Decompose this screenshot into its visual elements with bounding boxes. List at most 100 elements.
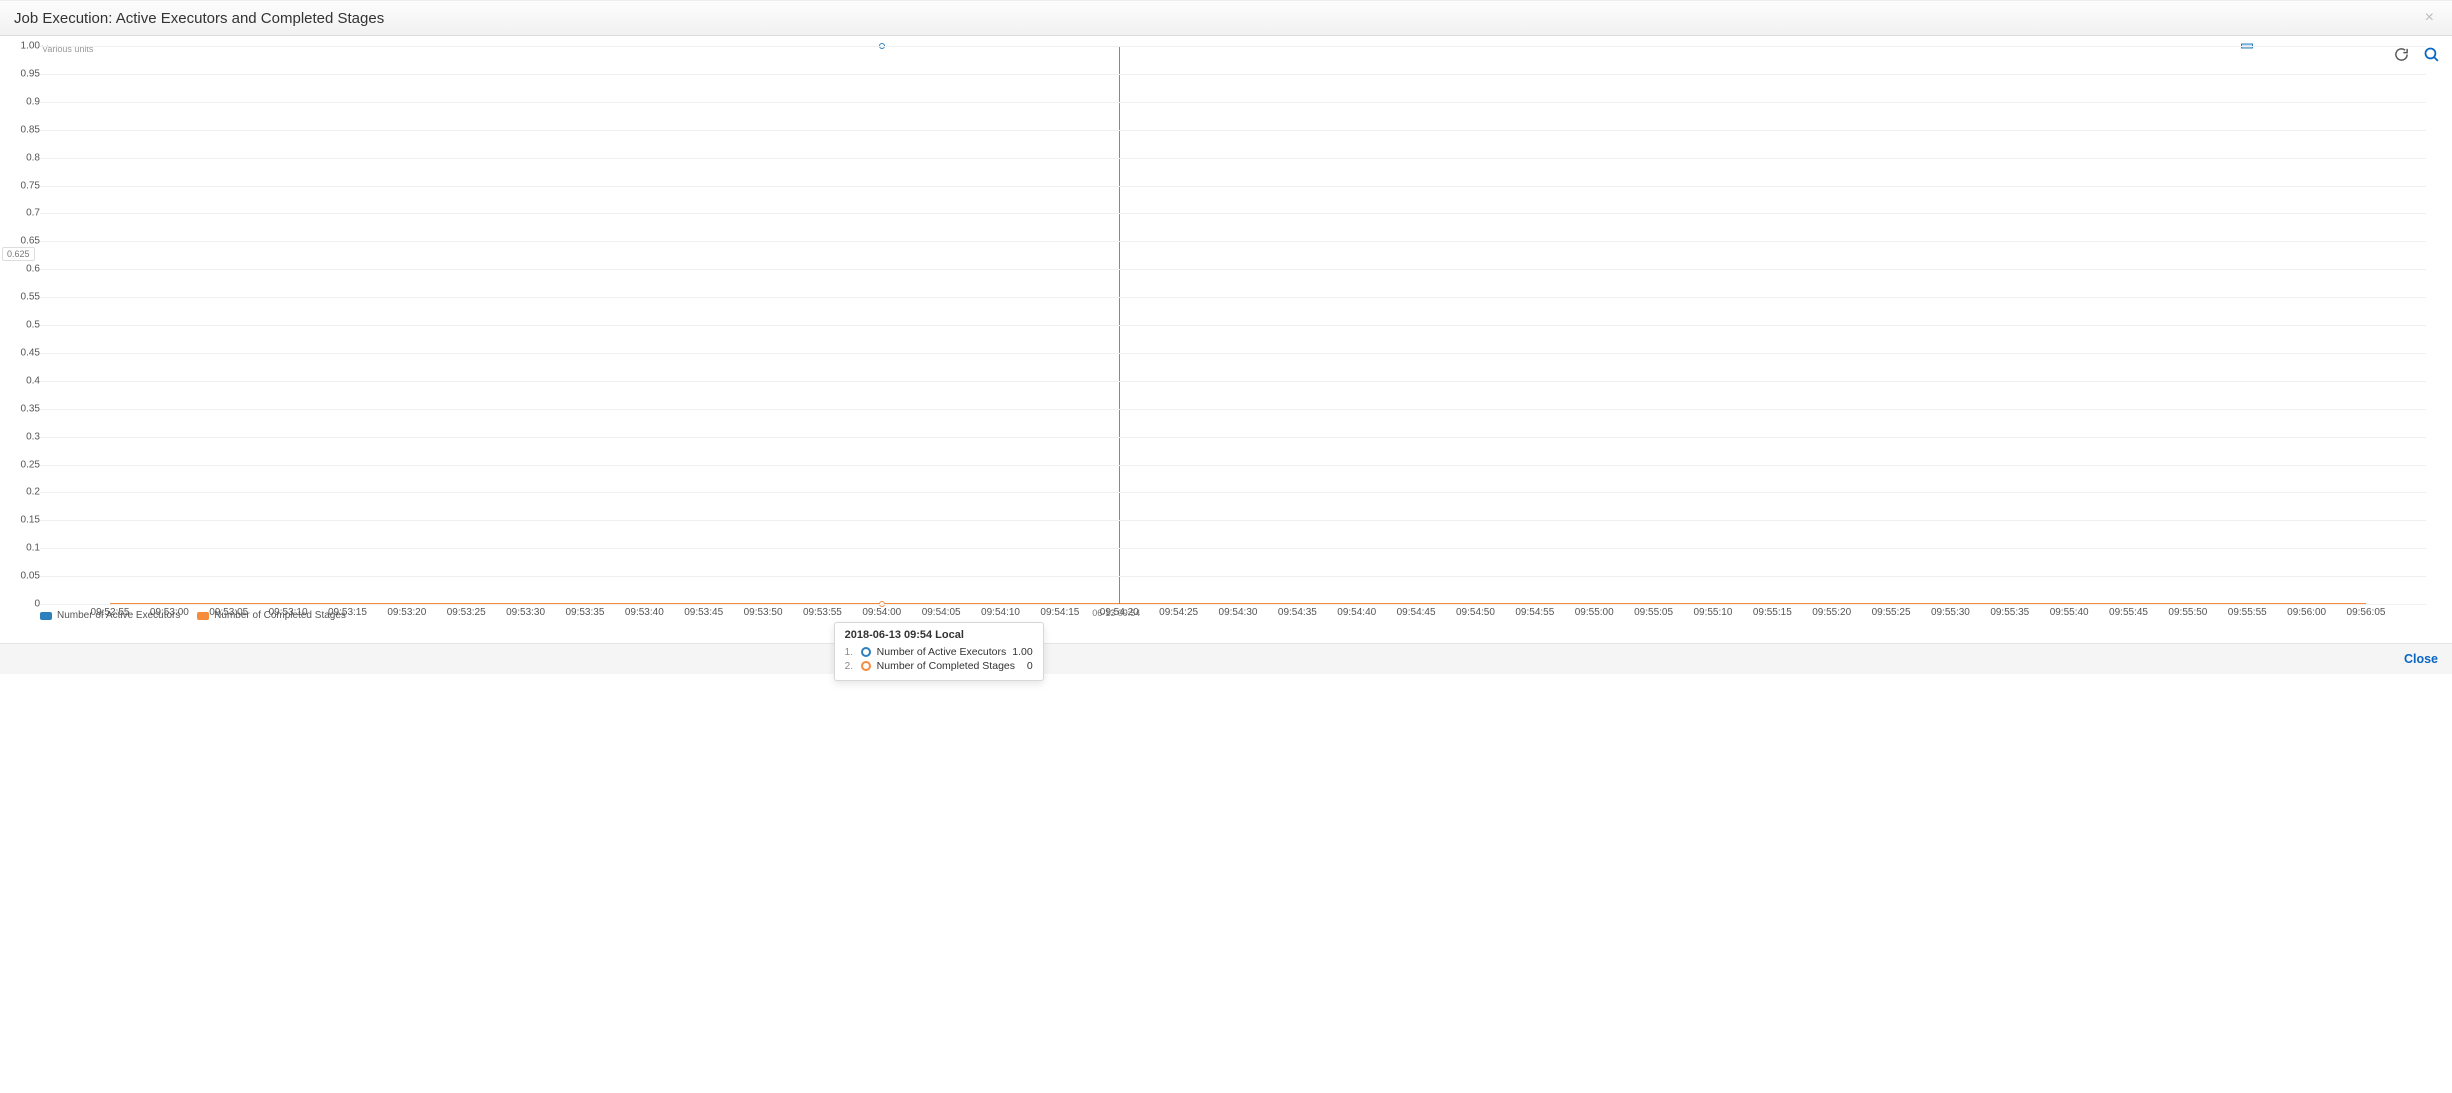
x-tick-label: 09:55:30 bbox=[1931, 607, 1970, 618]
x-tick-label: 09:53:05 bbox=[209, 607, 248, 618]
x-tick-label: 09:55:50 bbox=[2168, 607, 2207, 618]
y-tick-label: 0.8 bbox=[18, 152, 40, 163]
tooltip-series-label: Number of Active Executors bbox=[877, 646, 1007, 658]
y-tick-label: 0.95 bbox=[18, 68, 40, 79]
grid-line bbox=[40, 74, 2426, 75]
x-tick-label: 09:54:35 bbox=[1278, 607, 1317, 618]
y-tick-label: 0.65 bbox=[18, 236, 40, 247]
chart-tooltip: 2018-06-13 09:54 Local 1. Number of Acti… bbox=[834, 622, 1044, 681]
circle-icon bbox=[861, 647, 871, 657]
x-tick-label: 09:54:55 bbox=[1515, 607, 1554, 618]
grid-line bbox=[40, 465, 2426, 466]
grid-line bbox=[40, 297, 2426, 298]
close-icon[interactable]: × bbox=[2421, 9, 2438, 27]
x-tick-label: 09:55:45 bbox=[2109, 607, 2148, 618]
x-tick-label: 09:55:10 bbox=[1693, 607, 1732, 618]
modal-footer: Close bbox=[0, 643, 2452, 674]
x-tick-label: 09:54:15 bbox=[1040, 607, 1079, 618]
x-tick-label: 09:53:45 bbox=[684, 607, 723, 618]
grid-line bbox=[40, 213, 2426, 214]
tooltip-title: 2018-06-13 09:54 Local bbox=[845, 629, 1033, 641]
chart-plot-area[interactable]: Various units 0.625 06-13 09:54 09:52:55… bbox=[40, 46, 2426, 604]
x-tick-label: 09:53:15 bbox=[328, 607, 367, 618]
y-tick-label: 0 bbox=[18, 599, 40, 610]
x-tick-label: 09:55:40 bbox=[2050, 607, 2089, 618]
modal-header: Job Execution: Active Executors and Comp… bbox=[0, 0, 2452, 36]
modal-title: Job Execution: Active Executors and Comp… bbox=[14, 10, 384, 27]
grid-line bbox=[40, 604, 2426, 605]
grid-line bbox=[40, 46, 2426, 47]
x-tick-label: 09:54:30 bbox=[1219, 607, 1258, 618]
x-tick-label: 09:55:25 bbox=[1872, 607, 1911, 618]
chart-toolbar bbox=[2382, 40, 2452, 66]
close-button[interactable]: Close bbox=[2404, 652, 2438, 666]
grid-line bbox=[40, 186, 2426, 187]
x-tick-label: 09:53:30 bbox=[506, 607, 545, 618]
grid-line bbox=[40, 353, 2426, 354]
y-tick-label: 0.45 bbox=[18, 347, 40, 358]
grid-line bbox=[40, 269, 2426, 270]
y-tick-label: 1.00 bbox=[18, 41, 40, 52]
x-tick-label: 09:53:55 bbox=[803, 607, 842, 618]
y-tick-label: 0.2 bbox=[18, 487, 40, 498]
y-tick-label: 0.05 bbox=[18, 571, 40, 582]
y-tick-label: 0.9 bbox=[18, 96, 40, 107]
y-tick-label: 0.85 bbox=[18, 124, 40, 135]
y-tick-label: 0.3 bbox=[18, 431, 40, 442]
x-tick-label: 09:54:10 bbox=[981, 607, 1020, 618]
legend-swatch-icon bbox=[197, 612, 209, 620]
x-tick-label: 09:55:00 bbox=[1575, 607, 1614, 618]
x-tick-label: 09:53:25 bbox=[447, 607, 486, 618]
x-tick-label: 09:52:55 bbox=[91, 607, 130, 618]
refresh-icon[interactable] bbox=[2394, 47, 2409, 65]
y-tick-label: 0.6 bbox=[18, 264, 40, 275]
legend-swatch-icon bbox=[40, 612, 52, 620]
x-tick-label: 09:55:05 bbox=[1634, 607, 1673, 618]
x-tick-label: 09:53:35 bbox=[565, 607, 604, 618]
y-tick-label: 0.7 bbox=[18, 208, 40, 219]
grid-line bbox=[40, 409, 2426, 410]
x-tick-label: 09:55:35 bbox=[1990, 607, 2029, 618]
x-tick-label: 09:55:20 bbox=[1812, 607, 1851, 618]
tooltip-row: 2. Number of Completed Stages 0 bbox=[845, 659, 1033, 673]
grid-line bbox=[40, 325, 2426, 326]
x-tick-label: 09:53:40 bbox=[625, 607, 664, 618]
x-tick-label: 09:54:25 bbox=[1159, 607, 1198, 618]
tooltip-index: 1. bbox=[845, 647, 855, 658]
x-tick-label: 09:55:15 bbox=[1753, 607, 1792, 618]
x-tick-label: 09:55:55 bbox=[2228, 607, 2267, 618]
grid-line bbox=[40, 381, 2426, 382]
tooltip-index: 2. bbox=[845, 661, 855, 672]
tooltip-row: 1. Number of Active Executors 1.00 bbox=[845, 645, 1033, 659]
x-tick-label: 09:54:05 bbox=[922, 607, 961, 618]
y-tick-label: 0.1 bbox=[18, 543, 40, 554]
x-tick-label: 09:54:20 bbox=[1100, 607, 1139, 618]
zoom-icon[interactable] bbox=[2423, 46, 2440, 66]
grid-line bbox=[40, 437, 2426, 438]
y-tick-label: 0.75 bbox=[18, 180, 40, 191]
circle-icon bbox=[861, 661, 871, 671]
y-tick-label: 0.55 bbox=[18, 292, 40, 303]
grid-line bbox=[40, 241, 2426, 242]
grid-line bbox=[40, 548, 2426, 549]
x-tick-label: 09:56:00 bbox=[2287, 607, 2326, 618]
x-tick-label: 09:53:20 bbox=[387, 607, 426, 618]
x-tick-label: 09:54:40 bbox=[1337, 607, 1376, 618]
y-tick-label: 0.4 bbox=[18, 375, 40, 386]
chart-container: Various units 0.625 06-13 09:54 09:52:55… bbox=[0, 36, 2452, 643]
tooltip-value: 0 bbox=[1027, 660, 1033, 672]
x-tick-label: 09:54:45 bbox=[1397, 607, 1436, 618]
x-tick-label: 09:53:50 bbox=[744, 607, 783, 618]
grid-line bbox=[40, 520, 2426, 521]
tooltip-series-label: Number of Completed Stages bbox=[877, 660, 1015, 672]
grid-line bbox=[40, 492, 2426, 493]
grid-line bbox=[40, 130, 2426, 131]
grid-line bbox=[40, 158, 2426, 159]
tooltip-value: 1.00 bbox=[1012, 646, 1032, 658]
y-tick-label: 0.35 bbox=[18, 403, 40, 414]
x-tick-label: 09:56:05 bbox=[2347, 607, 2386, 618]
x-tick-label: 09:53:10 bbox=[269, 607, 308, 618]
x-tick-label: 09:54:50 bbox=[1456, 607, 1495, 618]
x-tick-label: 09:54:00 bbox=[862, 607, 901, 618]
y-tick-label: 0.15 bbox=[18, 515, 40, 526]
